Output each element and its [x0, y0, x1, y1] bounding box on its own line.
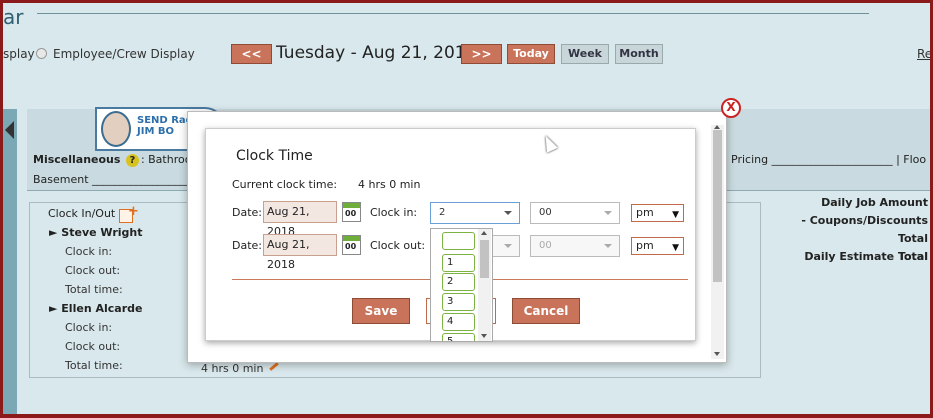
clock-in-ampm-select[interactable]: pm ▼ [631, 204, 684, 222]
current-clock-label: Current clock time: [232, 178, 338, 191]
left-collapse-strip[interactable] [3, 109, 17, 414]
misc-line: Miscellaneous ?: Bathrooms [33, 153, 208, 167]
triangle-down-icon: ▼ [672, 210, 679, 220]
hour-option[interactable] [442, 232, 475, 250]
logo-line1: SEND [137, 115, 168, 126]
clock-in-label: Clock in: [370, 206, 418, 219]
daily-job-amount-label: Daily Job Amount [821, 196, 928, 209]
clock-in-label: Clock in: [65, 245, 113, 258]
modal-scrollbar-thumb[interactable] [713, 130, 722, 282]
chevron-left-icon[interactable] [5, 121, 14, 139]
daily-estimate-total-label: Daily Estimate Total [804, 250, 928, 263]
scroll-down-icon[interactable] [714, 352, 720, 356]
avatar-icon [101, 111, 131, 147]
scroll-up-icon[interactable] [481, 231, 487, 235]
calendar-icon[interactable]: 00 [342, 235, 361, 255]
employee-display-radio[interactable] [36, 48, 47, 59]
clock-in-out-title: Clock In/Out [48, 207, 116, 220]
next-day-button[interactable]: >> [461, 44, 502, 64]
triangle-down-icon: ▼ [672, 243, 679, 253]
date-label: Date: [232, 239, 262, 252]
scroll-up-icon[interactable] [714, 125, 720, 129]
coupons-label: - Coupons/Discounts [801, 214, 928, 227]
hour-option[interactable]: 3 [442, 293, 475, 311]
calendar-icon[interactable]: 00 [342, 202, 361, 222]
save-button[interactable]: Save [352, 298, 410, 324]
help-icon[interactable]: ? [125, 154, 139, 167]
scroll-down-icon[interactable] [481, 334, 487, 338]
clock-in-label: Clock in: [65, 321, 113, 334]
hour-option[interactable]: 2 [442, 273, 475, 291]
hour-option[interactable]: 5 [442, 333, 475, 341]
current-date-title: Tuesday - Aug 21, 2018 [276, 43, 477, 63]
right-link[interactable]: Re [917, 47, 930, 61]
hour-option[interactable]: 4 [442, 313, 475, 331]
month-button[interactable]: Month [615, 44, 663, 64]
clock-out-label: Clock out: [65, 340, 121, 353]
current-clock-value: 4 hrs 0 min [358, 178, 421, 191]
clock-out-date-field[interactable]: Aug 21, 2018 [263, 234, 337, 271]
clock-in-minute-select[interactable]: 00 [530, 202, 620, 224]
add-clock-icon[interactable] [119, 204, 139, 223]
title-divider [37, 13, 869, 14]
clock-out-label: Clock out: [65, 264, 121, 277]
chevron-down-icon [504, 211, 512, 215]
clock-out-minute-select[interactable]: 00 [530, 235, 620, 257]
clock-in-date-field[interactable]: Aug 21, 2018 [263, 201, 337, 238]
clock-out-ampm-select[interactable]: pm ▼ [631, 237, 684, 255]
today-button[interactable]: Today [507, 44, 555, 64]
pricing-line: Pricing ______________________ | Floo [731, 153, 927, 166]
clock-in-hour-select[interactable]: 2 [430, 202, 520, 224]
total-time-label: Total time: [65, 359, 123, 372]
employee-name[interactable]: ► Ellen Alcarde [49, 302, 142, 315]
cancel-button[interactable]: Cancel [512, 298, 580, 324]
total-label: Total [897, 232, 928, 245]
misc-label: Miscellaneous [33, 153, 121, 166]
logo-line2: JIM [137, 126, 155, 137]
close-icon[interactable]: X [721, 98, 741, 118]
hour-option[interactable]: 1 [442, 254, 475, 272]
chevron-down-icon [604, 211, 612, 215]
date-label: Date: [232, 206, 262, 219]
chevron-down-icon [504, 244, 512, 248]
prev-day-button[interactable]: << [231, 44, 272, 64]
dropdown-scrollbar-thumb[interactable] [480, 240, 489, 278]
total-time-label: Total time: [65, 283, 123, 296]
page-title: ar [3, 5, 24, 29]
dialog-title: Clock Time [236, 148, 313, 164]
clock-out-label: Clock out: [370, 239, 426, 252]
logo-line4: BO [157, 126, 175, 137]
chevron-down-icon [604, 244, 612, 248]
employee-display-label[interactable]: Employee/Crew Display [53, 47, 195, 61]
display-option-left[interactable]: splay [3, 47, 35, 61]
employee-name[interactable]: ► Steve Wright [49, 226, 143, 239]
total-time-value: 4 hrs 0 min [201, 362, 264, 375]
week-button[interactable]: Week [561, 44, 609, 64]
